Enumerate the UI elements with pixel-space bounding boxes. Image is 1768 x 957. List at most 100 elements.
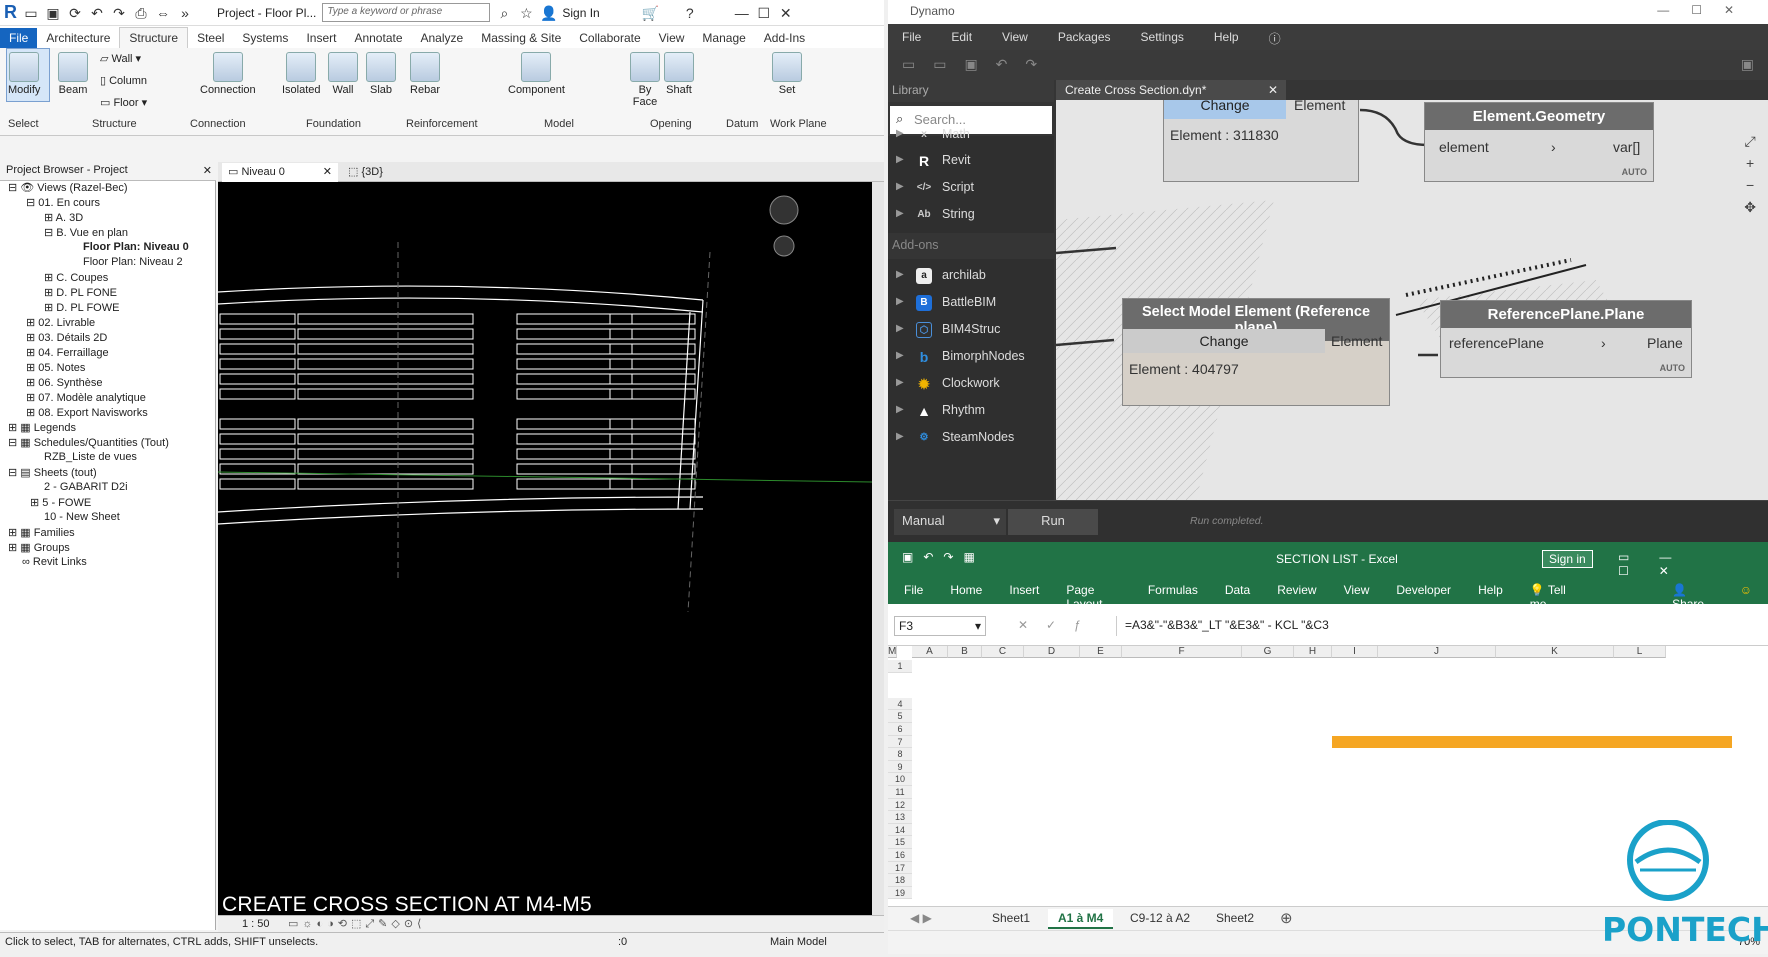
table-cell[interactable] xyxy=(1080,698,1122,711)
table-cell[interactable] xyxy=(1380,710,1498,723)
tab-data[interactable]: Data xyxy=(1225,583,1250,597)
tell-me[interactable]: 💡 Tell me xyxy=(1530,583,1575,611)
library-item[interactable]: ▶ x Math xyxy=(888,122,1048,148)
table-cell[interactable] xyxy=(950,887,984,900)
revit-sign-in[interactable]: Sign In xyxy=(562,6,599,20)
library-item[interactable]: ▶ ▲ Rhythm xyxy=(888,398,1048,424)
table-cell[interactable] xyxy=(1124,773,1304,786)
table-cell[interactable] xyxy=(950,673,984,686)
tree-item[interactable]: ⊞ ▦ Families xyxy=(8,526,75,539)
table-cell[interactable] xyxy=(1124,673,1304,686)
library-item[interactable]: ▶ Ab String xyxy=(888,202,1048,228)
change-button[interactable]: Change xyxy=(1164,100,1286,119)
table-cell[interactable] xyxy=(982,698,1024,711)
wall-foundation-button[interactable]: Wall xyxy=(328,52,358,96)
tree-item[interactable]: ⊞ D. PL FONE xyxy=(44,286,117,299)
library-item[interactable]: ▶ ⚙ SteamNodes xyxy=(888,425,1048,451)
column-header[interactable]: B xyxy=(948,646,982,658)
sheet-tab[interactable]: C9-12 à A2 xyxy=(1120,909,1200,929)
table-cell[interactable] xyxy=(1124,887,1304,900)
menu-file[interactable]: File xyxy=(902,30,921,44)
library-item[interactable]: ▶ ⬡ BIM4Struc xyxy=(888,317,1048,343)
tree-item[interactable]: ⊞ 08. Export Navisworks xyxy=(26,406,148,419)
change-button[interactable]: Change xyxy=(1123,329,1325,353)
graph-canvas[interactable]: Change Element Element : 311830 Element.… xyxy=(1056,100,1768,500)
table-cell[interactable] xyxy=(1124,723,1304,736)
cart-icon[interactable]: 🛒 xyxy=(642,5,659,21)
table-cell[interactable] xyxy=(888,710,936,723)
table-cell[interactable] xyxy=(1332,736,1378,749)
tree-item[interactable]: ⊞ 5 - FOWE xyxy=(30,496,91,509)
table-cell[interactable] xyxy=(1380,685,1498,698)
help-search-input[interactable]: Type a keyword or phrase xyxy=(322,3,491,22)
table-cell[interactable] xyxy=(950,660,984,673)
table-cell[interactable] xyxy=(1080,862,1122,875)
run-button[interactable]: Run xyxy=(1008,509,1098,535)
element-output[interactable]: Element xyxy=(1294,100,1345,113)
floor-button[interactable]: ▭ Floor ▾ xyxy=(100,96,147,109)
table-cell[interactable] xyxy=(1080,836,1122,849)
table-cell[interactable] xyxy=(950,799,984,812)
table-cell[interactable] xyxy=(888,773,936,786)
tree-item[interactable]: RZB_Liste de vues xyxy=(44,451,137,463)
table-cell[interactable] xyxy=(1024,736,1080,749)
active-model[interactable]: Main Model xyxy=(770,936,827,948)
input-port[interactable]: referencePlane xyxy=(1449,335,1544,351)
tree-item[interactable]: ⊞ 07. Modèle analytique xyxy=(26,391,146,404)
by-face-button[interactable]: By Face xyxy=(628,52,662,108)
table-cell[interactable] xyxy=(1332,887,1378,900)
table-cell[interactable] xyxy=(1124,836,1304,849)
set-button[interactable]: Set xyxy=(772,52,802,96)
window-controls-icon[interactable]: —☐✕ xyxy=(1657,3,1756,17)
tab-insert[interactable]: Insert xyxy=(297,28,345,48)
table-cell[interactable] xyxy=(888,748,936,761)
tab-developer[interactable]: Developer xyxy=(1396,583,1451,597)
table-cell[interactable] xyxy=(1496,698,1614,711)
table-cell[interactable] xyxy=(1080,748,1122,761)
table-cell[interactable] xyxy=(1380,849,1498,862)
tab-review[interactable]: Review xyxy=(1277,583,1316,597)
tree-item[interactable]: ⊟ 01. En cours xyxy=(26,196,100,209)
table-cell[interactable] xyxy=(1380,698,1498,711)
zoom-controls-icon[interactable]: ⤢ + − ✥ xyxy=(1744,130,1756,218)
tree-item[interactable]: ⊞ A. 3D xyxy=(44,211,83,224)
connection-button[interactable]: Connection xyxy=(200,52,256,96)
menu-packages[interactable]: Packages xyxy=(1058,30,1111,44)
table-cell[interactable] xyxy=(1024,824,1080,837)
table-cell[interactable] xyxy=(1024,761,1080,774)
table-cell[interactable] xyxy=(888,849,936,862)
select-element-node[interactable]: Change Element Element : 311830 xyxy=(1163,100,1359,182)
sheet-tab-active[interactable]: A1 à M4 xyxy=(1048,909,1114,929)
minimize-icon[interactable]: — xyxy=(734,5,750,21)
menu-help[interactable]: Help xyxy=(1214,30,1239,44)
table-cell[interactable] xyxy=(1496,723,1614,736)
file-toolbar-icons[interactable]: ▭▭▣↶↷ xyxy=(902,56,1055,73)
table-cell[interactable] xyxy=(888,836,936,849)
table-cell[interactable] xyxy=(1496,761,1614,774)
table-cell[interactable] xyxy=(1614,698,1666,711)
table-cell[interactable] xyxy=(1614,799,1666,812)
table-cell[interactable] xyxy=(1080,786,1122,799)
sync-icon[interactable]: ⟳ xyxy=(67,5,83,21)
table-cell[interactable] xyxy=(1332,811,1378,824)
table-cell[interactable] xyxy=(888,887,936,900)
column-header[interactable]: F xyxy=(1122,646,1242,658)
input-port[interactable]: element xyxy=(1439,139,1489,155)
camera-icon[interactable]: ▣ xyxy=(1741,56,1754,73)
tab-file[interactable]: File xyxy=(904,583,923,597)
column-header[interactable]: M xyxy=(888,646,898,658)
view-control-icons[interactable]: ▭☼◐◑⟲⬚⤢✎◇⊙⟨ xyxy=(288,917,425,931)
table-cell[interactable] xyxy=(1080,824,1122,837)
table-cell[interactable] xyxy=(1080,673,1122,686)
table-header[interactable] xyxy=(1332,672,1378,686)
info-icon[interactable]: ⓘ xyxy=(1269,30,1281,46)
tree-item-active-view[interactable]: Floor Plan: Niveau 0 xyxy=(83,241,189,253)
run-mode-select[interactable]: Manual ▾ xyxy=(894,509,1006,535)
table-cell[interactable] xyxy=(1380,836,1498,849)
table-cell[interactable] xyxy=(1496,736,1614,749)
table-cell[interactable] xyxy=(1080,874,1122,887)
tree-item[interactable]: ⊟ ▤ Sheets (tout) xyxy=(8,466,97,479)
table-cell[interactable] xyxy=(1380,773,1498,786)
column-button[interactable]: ▯ Column xyxy=(100,74,147,87)
table-cell[interactable] xyxy=(950,811,984,824)
